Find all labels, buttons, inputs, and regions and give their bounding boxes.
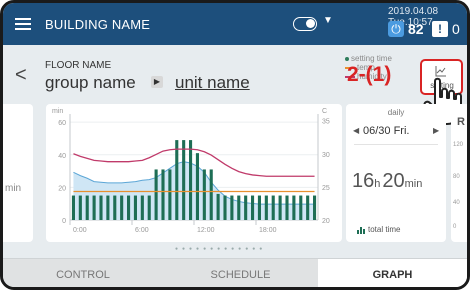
power-icon[interactable]: ⏻ [388, 21, 404, 37]
date-selector: ◀ 06/30 Fri. ▶ [346, 124, 446, 140]
y-tick-left: 60 [58, 120, 66, 127]
alert-count: 0 [452, 21, 460, 37]
y-tick-left: 0 [62, 218, 66, 225]
y-tick-right: 30 [322, 152, 330, 159]
bar [202, 169, 206, 220]
breadcrumb-separator-icon: ▶ [151, 76, 163, 88]
next-day-icon[interactable]: ▶ [433, 126, 439, 135]
bar [168, 169, 172, 220]
y-axis-right-label: C [322, 108, 327, 115]
bar [154, 169, 158, 220]
bar [271, 195, 275, 220]
top-bar: BUILDING NAME ▼ 2019.04.08 Tue.10:57 ⏻ 8… [3, 3, 467, 45]
daily-label: daily [387, 108, 405, 117]
next-card[interactable]: R 120 80 40 0 [451, 104, 467, 242]
bar [237, 195, 241, 220]
bar [78, 195, 82, 220]
bar [264, 195, 268, 220]
y-axis-left-label: min [52, 108, 63, 115]
step-annotation: 2-(1) [347, 63, 392, 86]
x-tick-label: 12:00 [197, 227, 215, 234]
alert-icon[interactable]: ! [432, 21, 448, 37]
bar [161, 169, 165, 220]
caret-down-icon[interactable]: ▼ [323, 15, 333, 26]
bar [127, 195, 131, 220]
page-indicator: ●●●●●●●●●●●●● [175, 246, 267, 252]
tab-schedule[interactable]: SCHEDULE [163, 259, 318, 287]
bar [147, 195, 151, 220]
bar [244, 195, 248, 220]
bar-chart-icon [357, 225, 366, 234]
bar [313, 195, 317, 220]
chart-card: min 60 40 20 0 C 35 30 25 20 0:00 6:00 12:00 18:00 [46, 104, 342, 242]
total-time-value: 16h 20min [352, 170, 423, 192]
back-chevron-icon[interactable]: < [15, 65, 27, 85]
power-count: 82 [408, 21, 424, 37]
next-card-tick: 0 [453, 224, 457, 230]
legend-dot-icon [345, 56, 349, 61]
bar [306, 195, 310, 220]
bar [99, 195, 103, 220]
bar [216, 193, 220, 220]
bar [230, 195, 234, 220]
y-tick-right: 35 [322, 119, 330, 126]
bar [71, 195, 75, 220]
bar [189, 140, 193, 220]
bar [257, 195, 261, 220]
tab-graph[interactable]: GRAPH [318, 259, 467, 287]
bar [175, 140, 179, 220]
date-text: 06/30 Fri. [363, 125, 410, 137]
next-card-tick: 80 [453, 174, 460, 180]
y-tick-left: 40 [58, 153, 66, 160]
hamburger-menu-icon[interactable] [15, 18, 31, 30]
toggle-switch[interactable] [293, 17, 317, 31]
bar [292, 195, 296, 220]
previous-card-text: min [5, 183, 22, 194]
y-tick-right: 20 [322, 218, 330, 225]
bar [113, 195, 117, 220]
legend-item-setting-time: setting time [345, 54, 392, 63]
bar [195, 153, 199, 220]
next-card-tick: 120 [453, 142, 464, 148]
bar [85, 195, 89, 220]
bar [278, 195, 282, 220]
bar [92, 195, 96, 220]
x-tick-label: 18:00 [259, 227, 277, 234]
group-name[interactable]: group name [45, 73, 136, 93]
bar [182, 140, 186, 220]
bar [106, 195, 110, 220]
y-tick-right: 25 [322, 185, 330, 192]
bar [251, 195, 255, 220]
bar [285, 195, 289, 220]
divider [354, 144, 438, 145]
daily-card: daily ◀ 06/30 Fri. ▶ 16h 20min total time [346, 104, 446, 242]
building-name: BUILDING NAME [45, 17, 151, 32]
next-card-label: R [457, 116, 465, 128]
bottom-tab-bar: CONTROL SCHEDULE GRAPH [3, 258, 467, 287]
x-tick-label: 0:00 [73, 227, 87, 234]
x-tick-label: 6:00 [135, 227, 149, 234]
area-series [73, 161, 315, 220]
floor-name: FLOOR NAME [45, 60, 112, 71]
total-time-label: total time [357, 225, 400, 234]
bar [133, 195, 137, 220]
usage-chart: min 60 40 20 0 C 35 30 25 20 0:00 6:00 12:00 18:00 [52, 108, 330, 234]
tab-control[interactable]: CONTROL [3, 259, 163, 287]
bar [140, 195, 144, 220]
bar [209, 169, 213, 220]
previous-day-icon[interactable]: ◀ [353, 126, 359, 135]
bar [299, 195, 303, 220]
device-screen: BUILDING NAME ▼ 2019.04.08 Tue.10:57 ⏻ 8… [0, 0, 470, 290]
next-card-tick: 40 [453, 200, 460, 206]
bar [120, 195, 124, 220]
previous-card[interactable]: min [3, 104, 33, 242]
unit-name[interactable]: unit name [175, 73, 250, 93]
bar [223, 195, 227, 220]
y-tick-left: 20 [58, 185, 66, 192]
